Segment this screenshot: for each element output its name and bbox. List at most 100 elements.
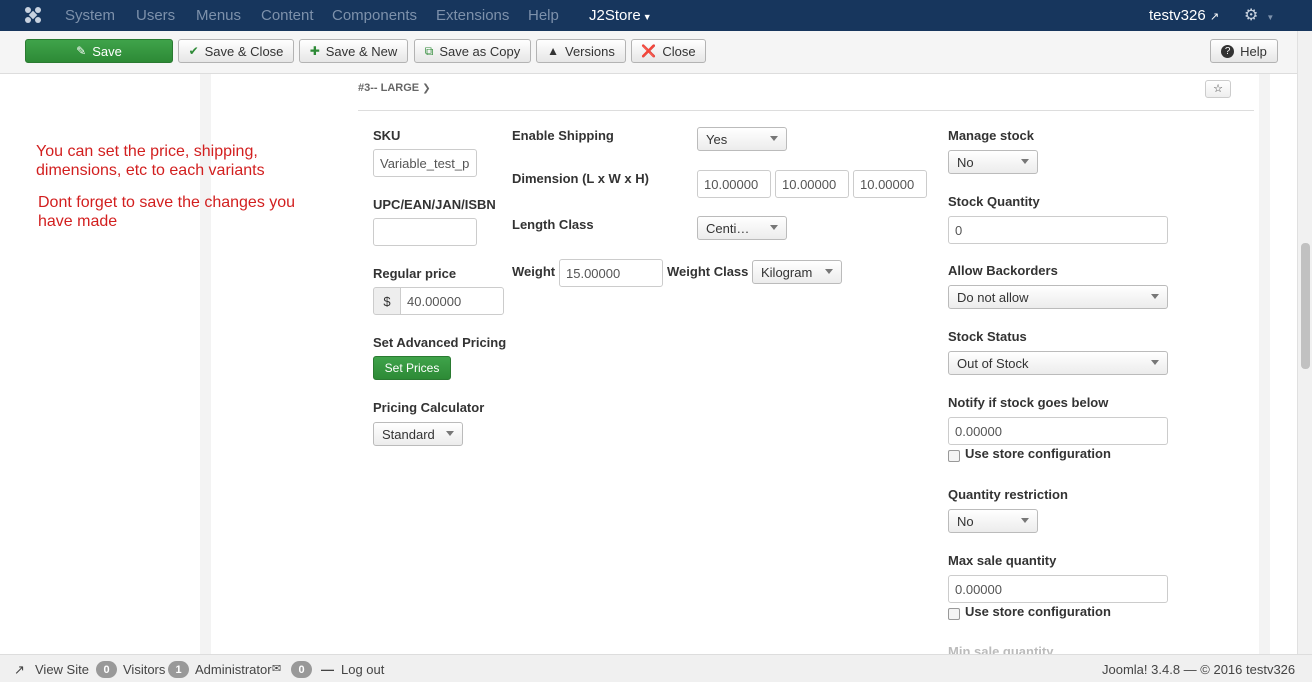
stock-status-label: Stock Status (948, 329, 1027, 344)
weight-input[interactable]: 15.00000 (559, 259, 663, 287)
menu-system[interactable]: System (65, 7, 115, 24)
pricing-calculator-select[interactable]: Standard (373, 422, 463, 446)
notify-stock-label: Notify if stock goes below (948, 395, 1109, 410)
advanced-pricing-label: Set Advanced Pricing (373, 335, 507, 350)
joomla-logo-icon[interactable] (22, 5, 44, 25)
select-value: Yes (706, 131, 728, 147)
length-input[interactable]: 10.00000 (697, 170, 771, 198)
width-input[interactable]: 10.00000 (775, 170, 849, 198)
admin-label: Administrator (195, 662, 272, 677)
close-label: Close (662, 43, 696, 59)
gear-icon[interactable]: ⚙ ▼ (1244, 5, 1274, 25)
notify-stock-input[interactable]: 0.00000 (948, 417, 1168, 445)
regular-price-input[interactable]: 40.00000 (400, 287, 504, 315)
upc-input[interactable] (373, 218, 477, 246)
use-store-config-label: Use store configuration (965, 604, 1111, 619)
pricing-calculator-label: Pricing Calculator (373, 400, 485, 415)
select-value: Kilogram (761, 264, 813, 280)
sku-label: SKU (373, 128, 401, 143)
height-input[interactable]: 10.00000 (853, 170, 927, 198)
weight-class-select[interactable]: Kilogram (752, 260, 842, 284)
versions-button[interactable]: ▲ Versions (536, 39, 626, 63)
messages-badge: 0 (291, 661, 312, 678)
sku-input[interactable]: Variable_test_p (373, 149, 477, 177)
help-note-2: Dont forget to save the changes you have… (38, 193, 295, 231)
plus-icon: ✚ (309, 44, 320, 58)
min-sale-label: Min sale quantity (948, 644, 1054, 654)
star-icon: ☆ (1213, 83, 1223, 95)
caret-down-icon: ▼ (1266, 13, 1275, 22)
menu-j2store[interactable]: J2Store ▼ (589, 7, 652, 24)
length-class-label: Length Class (512, 217, 594, 232)
save-copy-button[interactable]: ⧉ Save as Copy (414, 39, 531, 63)
note-line: dimensions, etc to each variants (36, 162, 265, 179)
main-content: #3-- LARGE ❯ ☆ You can set the price, sh… (0, 74, 1297, 654)
archive-icon: ▲ (547, 44, 559, 58)
page-scrollbar[interactable] (1297, 31, 1312, 654)
logout-link[interactable]: Log out (341, 662, 384, 677)
caret-down-icon (770, 136, 778, 141)
caret-down-icon (825, 269, 833, 274)
weight-label: Weight (512, 264, 556, 279)
save-button[interactable]: ✎ Save (25, 39, 173, 63)
use-store-config-checkbox[interactable] (948, 450, 960, 462)
caret-down-icon (770, 225, 778, 230)
save-close-button[interactable]: ✔ Save & Close (178, 39, 294, 63)
weight-class-label: Weight Class (667, 264, 749, 279)
select-value: Do not allow (957, 289, 1029, 305)
save-new-button[interactable]: ✚ Save & New (299, 39, 408, 63)
menu-menus[interactable]: Menus (196, 7, 241, 24)
variant-heading[interactable]: #3-- LARGE ❯ (358, 82, 431, 94)
caret-down-icon (1151, 294, 1159, 299)
currency-addon: $ (373, 287, 401, 315)
user-site-link[interactable]: testv326 ↗ (1149, 7, 1219, 24)
variant-heading-label: #3-- LARGE (358, 82, 420, 94)
enable-shipping-select[interactable]: Yes (697, 127, 787, 151)
help-button[interactable]: ? Help (1210, 39, 1278, 63)
use-store-config-label: Use store configuration (965, 446, 1111, 461)
menu-extensions[interactable]: Extensions (436, 7, 509, 24)
use-store-config-checkbox[interactable] (948, 608, 960, 620)
save-new-label: Save & New (325, 43, 398, 59)
caret-down-icon (446, 431, 454, 436)
stock-status-select[interactable]: Out of Stock (948, 351, 1168, 375)
caret-down-icon (1021, 159, 1029, 164)
star-button[interactable]: ☆ (1205, 80, 1231, 98)
j2store-label: J2Store (589, 7, 641, 24)
close-button[interactable]: ❌ Close (631, 39, 706, 63)
visitors-label: Visitors (123, 662, 166, 677)
minus-icon: — (321, 662, 334, 677)
regular-price-label: Regular price (373, 266, 457, 281)
enable-shipping-label: Enable Shipping (512, 128, 614, 143)
edit-icon: ✎ (76, 44, 87, 58)
help-label: Help (1240, 43, 1267, 59)
admin-navbar: System Users Menus Content Components Ex… (0, 0, 1312, 31)
allow-backorders-select[interactable]: Do not allow (948, 285, 1168, 309)
max-sale-label: Max sale quantity (948, 553, 1057, 568)
allow-backorders-label: Allow Backorders (948, 263, 1058, 278)
menu-users[interactable]: Users (136, 7, 175, 24)
save-copy-label: Save as Copy (439, 43, 521, 59)
quantity-restriction-select[interactable]: No (948, 509, 1038, 533)
external-link-icon: ↗ (14, 662, 25, 677)
save-close-label: Save & Close (204, 43, 284, 59)
caret-down-icon (1021, 518, 1029, 523)
stock-quantity-input[interactable]: 0 (948, 216, 1168, 244)
max-sale-input[interactable]: 0.00000 (948, 575, 1168, 603)
set-prices-button[interactable]: Set Prices (373, 356, 451, 380)
select-value: Out of Stock (957, 355, 1029, 371)
view-site-link[interactable]: View Site (35, 662, 89, 677)
scrollbar-thumb[interactable] (1301, 243, 1310, 369)
menu-components[interactable]: Components (332, 7, 417, 24)
envelope-icon[interactable]: ✉ (272, 662, 281, 675)
check-icon: ✔ (188, 44, 199, 58)
copy-icon: ⧉ (424, 43, 434, 58)
manage-stock-select[interactable]: No (948, 150, 1038, 174)
menu-content[interactable]: Content (261, 7, 314, 24)
menu-help[interactable]: Help (528, 7, 559, 24)
caret-down-icon: ▼ (642, 12, 652, 22)
length-class-select[interactable]: Centi… (697, 216, 787, 240)
visitors-badge: 0 (96, 661, 117, 678)
help-note-1: You can set the price, shipping, dimensi… (36, 142, 265, 180)
versions-label: Versions (565, 43, 615, 59)
